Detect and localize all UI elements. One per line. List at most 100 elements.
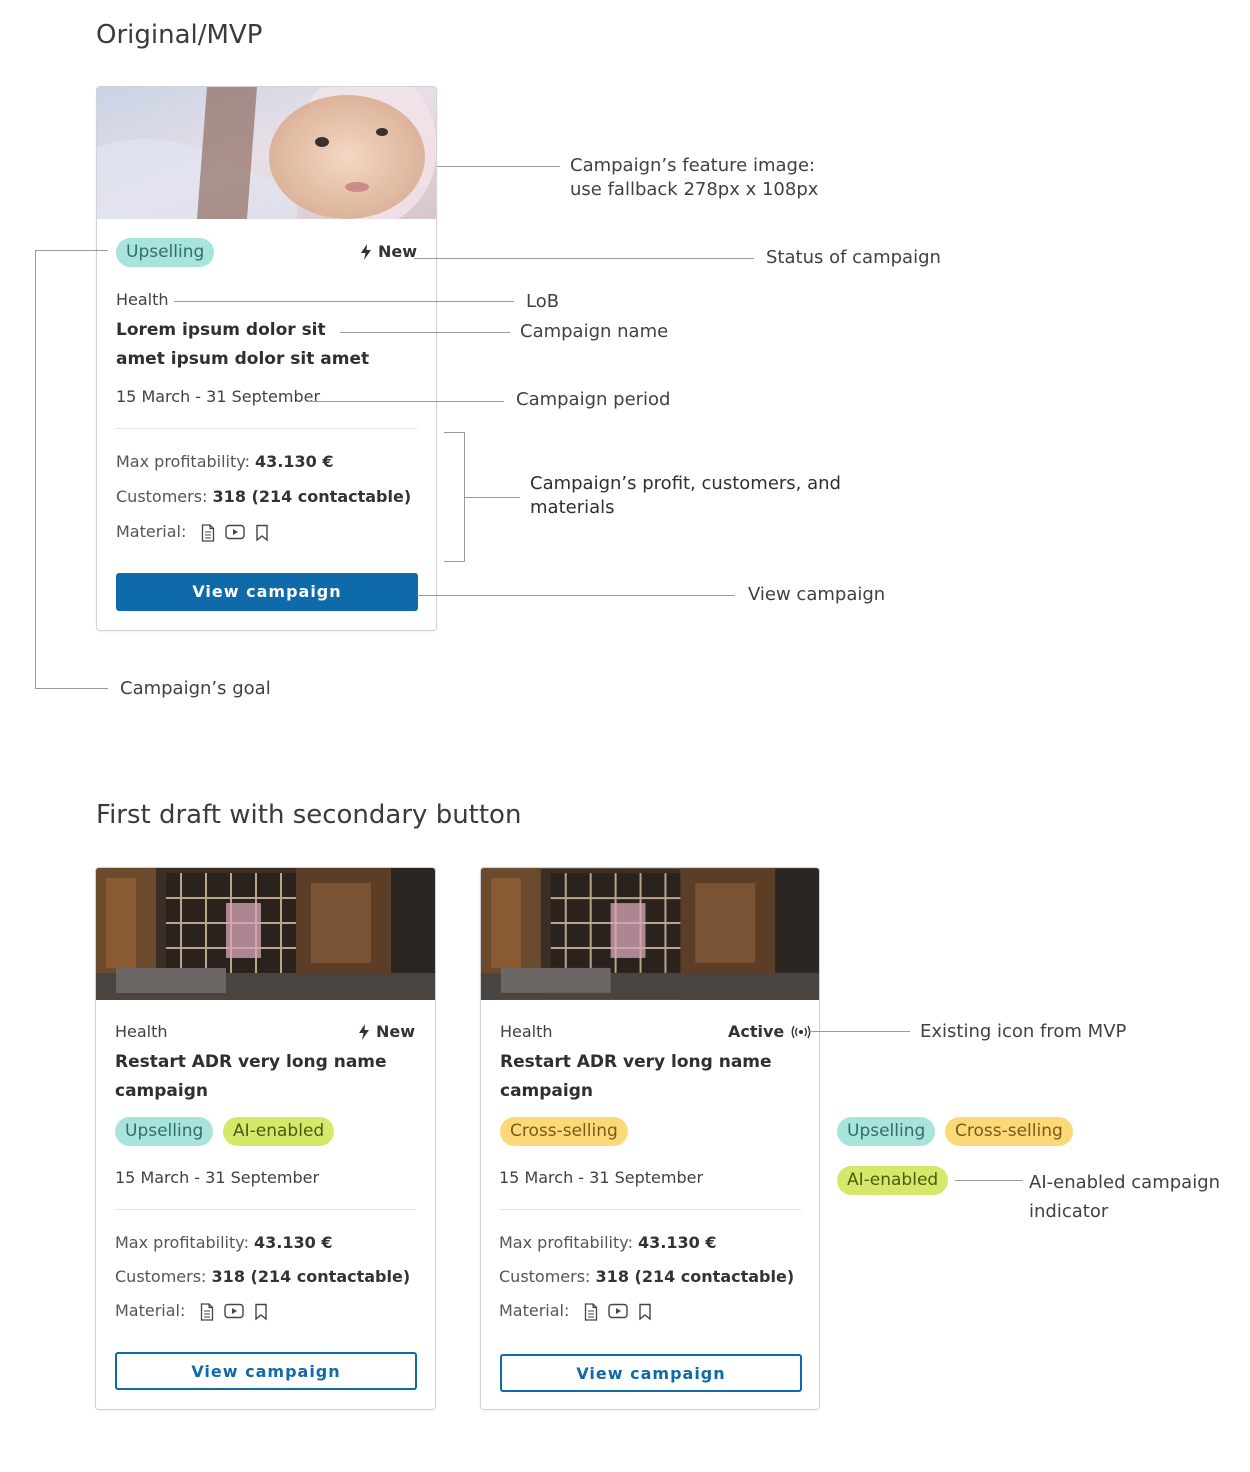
annotation-feature-image: Campaign’s feature image: use fallback 2… — [570, 154, 818, 202]
annotation-lob: LoB — [526, 291, 560, 312]
annotation-text: materials — [530, 497, 615, 518]
video-icon[interactable] — [608, 1303, 628, 1319]
bracket-top — [444, 432, 464, 433]
profit-row: Max profitability: 43.130 € — [499, 1233, 717, 1252]
material-row: Material: — [116, 522, 269, 542]
status-active: Active — [728, 1022, 812, 1041]
section-title-draft: First draft with secondary button — [96, 800, 522, 830]
lob-label: Health — [500, 1022, 553, 1041]
bookmark-icon[interactable] — [255, 524, 269, 542]
material-row: Material: — [499, 1301, 652, 1321]
customers-label: Customers: — [499, 1267, 591, 1286]
annotation-text: use fallback 278px x 108px — [570, 179, 819, 200]
profit-row: Max profitability: 43.130 € — [116, 452, 334, 471]
legend-upselling-badge: Upselling — [837, 1117, 936, 1146]
lightning-bolt-icon — [360, 244, 372, 260]
campaign-period: 15 March - 31 September — [115, 1168, 320, 1187]
ai-enabled-badge: AI-enabled — [223, 1117, 335, 1146]
status-new: New — [358, 1022, 415, 1041]
video-icon[interactable] — [225, 524, 245, 540]
annotation-view: View campaign — [748, 584, 886, 605]
divider — [115, 1209, 416, 1210]
divider — [116, 428, 417, 429]
status-label: Active — [728, 1022, 785, 1041]
bookmark-icon[interactable] — [254, 1303, 268, 1321]
customers-label: Customers: — [115, 1267, 207, 1286]
annotation-text: indicator — [1029, 1201, 1109, 1222]
section-title-mvp: Original/MVP — [96, 20, 263, 50]
lob-label: Health — [115, 1022, 168, 1041]
profit-value: 43.130 € — [255, 452, 334, 471]
customers-value: 318 (214 contactable) — [595, 1267, 795, 1286]
goal-badge: Cross-selling — [500, 1117, 628, 1146]
material-label: Material: — [499, 1301, 570, 1320]
feature-image — [481, 868, 819, 1000]
goal-line-bottom — [35, 688, 108, 689]
video-icon[interactable] — [224, 1303, 244, 1319]
campaign-name: Restart ADR very long name campaign — [500, 1052, 772, 1101]
legend-ai-enabled-badge: AI-enabled — [837, 1166, 949, 1195]
document-icon[interactable] — [200, 1303, 214, 1321]
campaign-card-mvp: Upselling New Health Lorem ipsum dolor s… — [96, 86, 437, 631]
annotation-status: Status of campaign — [766, 247, 941, 268]
divider — [500, 1209, 801, 1210]
view-campaign-button[interactable]: View campaign — [115, 1352, 417, 1390]
annotation-name: Campaign name — [520, 321, 669, 342]
connector-existing-icon — [808, 1031, 910, 1032]
customers-row: Customers: 318 (214 contactable) — [115, 1267, 410, 1286]
status-label: New — [378, 242, 418, 261]
connector-status — [414, 258, 754, 259]
profit-label: Max profitability: — [499, 1233, 633, 1252]
document-icon[interactable] — [584, 1303, 598, 1321]
connector-profit — [465, 497, 520, 498]
bracket-bottom — [444, 561, 464, 562]
goal-badge: Upselling — [115, 1117, 214, 1146]
bookmark-icon[interactable] — [638, 1303, 652, 1321]
campaign-period: 15 March - 31 September — [116, 387, 321, 406]
annotation-profit: Campaign’s profit, customers, and materi… — [530, 472, 841, 520]
annotation-text: Campaign’s profit, customers, and — [530, 473, 841, 494]
view-campaign-button[interactable]: View campaign — [500, 1354, 802, 1392]
annotation-existing-icon: Existing icon from MVP — [920, 1021, 1127, 1042]
annotation-text: Campaign’s feature image: — [570, 155, 816, 176]
connector-ai — [955, 1180, 1023, 1181]
lightning-bolt-icon — [358, 1024, 370, 1040]
material-label: Material: — [116, 522, 187, 541]
feature-image — [96, 868, 435, 1000]
annotation-goal: Campaign’s goal — [120, 678, 271, 699]
goal-line-top — [35, 250, 108, 251]
status-new: New — [360, 242, 417, 261]
profit-value: 43.130 € — [254, 1233, 333, 1252]
connector-view — [417, 595, 735, 596]
material-label: Material: — [115, 1301, 186, 1320]
legend-cross-selling-badge: Cross-selling — [945, 1117, 1073, 1146]
profit-row: Max profitability: 43.130 € — [115, 1233, 333, 1252]
view-campaign-button[interactable]: View campaign — [116, 573, 418, 611]
customers-value: 318 (214 contactable) — [212, 487, 412, 506]
connector-period — [308, 401, 504, 402]
goal-badge: Upselling — [116, 238, 215, 267]
annotation-ai: AI-enabled campaign indicator — [1029, 1168, 1220, 1226]
connector-lob — [174, 301, 514, 302]
feature-image — [97, 87, 436, 219]
campaign-card-draft-2: Health Active Restart ADR very long name… — [480, 867, 820, 1410]
profit-label: Max profitability: — [116, 452, 250, 471]
customers-row: Customers: 318 (214 contactable) — [499, 1267, 794, 1286]
lob-label: Health — [116, 290, 169, 309]
customers-value: 318 (214 contactable) — [211, 1267, 411, 1286]
status-label: New — [376, 1022, 416, 1041]
campaign-name: Lorem ipsum dolor sit amet ipsum dolor s… — [116, 320, 370, 369]
annotation-period: Campaign period — [516, 389, 671, 410]
goal-line-vertical — [35, 250, 36, 689]
profit-value: 43.130 € — [638, 1233, 717, 1252]
annotation-text: AI-enabled campaign — [1029, 1172, 1221, 1193]
customers-label: Customers: — [116, 487, 208, 506]
customers-row: Customers: 318 (214 contactable) — [116, 487, 411, 506]
campaign-period: 15 March - 31 September — [499, 1168, 704, 1187]
profit-label: Max profitability: — [115, 1233, 249, 1252]
document-icon[interactable] — [201, 524, 215, 542]
campaign-card-draft-1: Health New Restart ADR very long name ca… — [95, 867, 436, 1410]
material-row: Material: — [115, 1301, 268, 1321]
campaign-name: Restart ADR very long name campaign — [115, 1052, 387, 1101]
connector-name — [340, 332, 510, 333]
